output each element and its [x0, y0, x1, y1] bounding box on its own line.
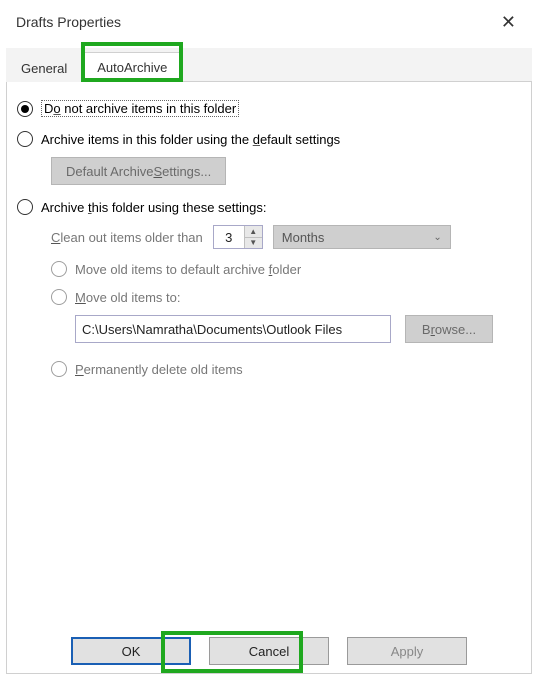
radio-move-default — [51, 261, 67, 277]
tab-general[interactable]: General — [6, 53, 82, 82]
label-do-not-archive: Do not archive items in this folder — [41, 100, 239, 117]
tabstrip: General AutoArchive — [6, 48, 532, 82]
label-permanently-delete: Permanently delete old items — [75, 362, 243, 377]
label-archive-custom: Archive this folder using these settings… — [41, 200, 266, 215]
tab-panel-autoarchive: Do not archive items in this folder Arch… — [6, 82, 532, 674]
cancel-button[interactable]: Cancel — [209, 637, 329, 665]
label-move-default: Move old items to default archive folder — [75, 262, 301, 277]
label-clean-out: Clean out items older than — [51, 230, 203, 245]
clean-out-value[interactable] — [214, 226, 244, 248]
move-to-path-input[interactable] — [75, 315, 391, 343]
radio-archive-custom[interactable] — [17, 199, 33, 215]
spinner-down-icon[interactable]: ▼ — [245, 238, 262, 249]
radio-do-not-archive[interactable] — [17, 101, 33, 117]
apply-button: Apply — [347, 637, 467, 665]
radio-archive-default[interactable] — [17, 131, 33, 147]
radio-permanently-delete — [51, 361, 67, 377]
spinner-up-icon[interactable]: ▲ — [245, 226, 262, 238]
label-move-to: Move old items to: — [75, 290, 181, 305]
tab-autoarchive[interactable]: AutoArchive — [82, 52, 182, 82]
radio-move-to — [51, 289, 67, 305]
dialog-title: Drafts Properties — [16, 14, 121, 30]
browse-button: Browse... — [405, 315, 493, 343]
ok-button[interactable]: OK — [71, 637, 191, 665]
default-archive-settings-button: Default Archive Settings... — [51, 157, 226, 185]
close-icon[interactable]: ✕ — [495, 11, 522, 33]
clean-out-spinner[interactable]: ▲ ▼ — [213, 225, 263, 249]
dialog-button-bar: OK Cancel Apply — [7, 637, 531, 665]
clean-out-unit-select[interactable]: Months ⌄ — [273, 225, 451, 249]
label-archive-default: Archive items in this folder using the d… — [41, 132, 340, 147]
chevron-down-icon: ⌄ — [433, 232, 441, 243]
clean-out-unit-label: Months — [282, 230, 325, 245]
